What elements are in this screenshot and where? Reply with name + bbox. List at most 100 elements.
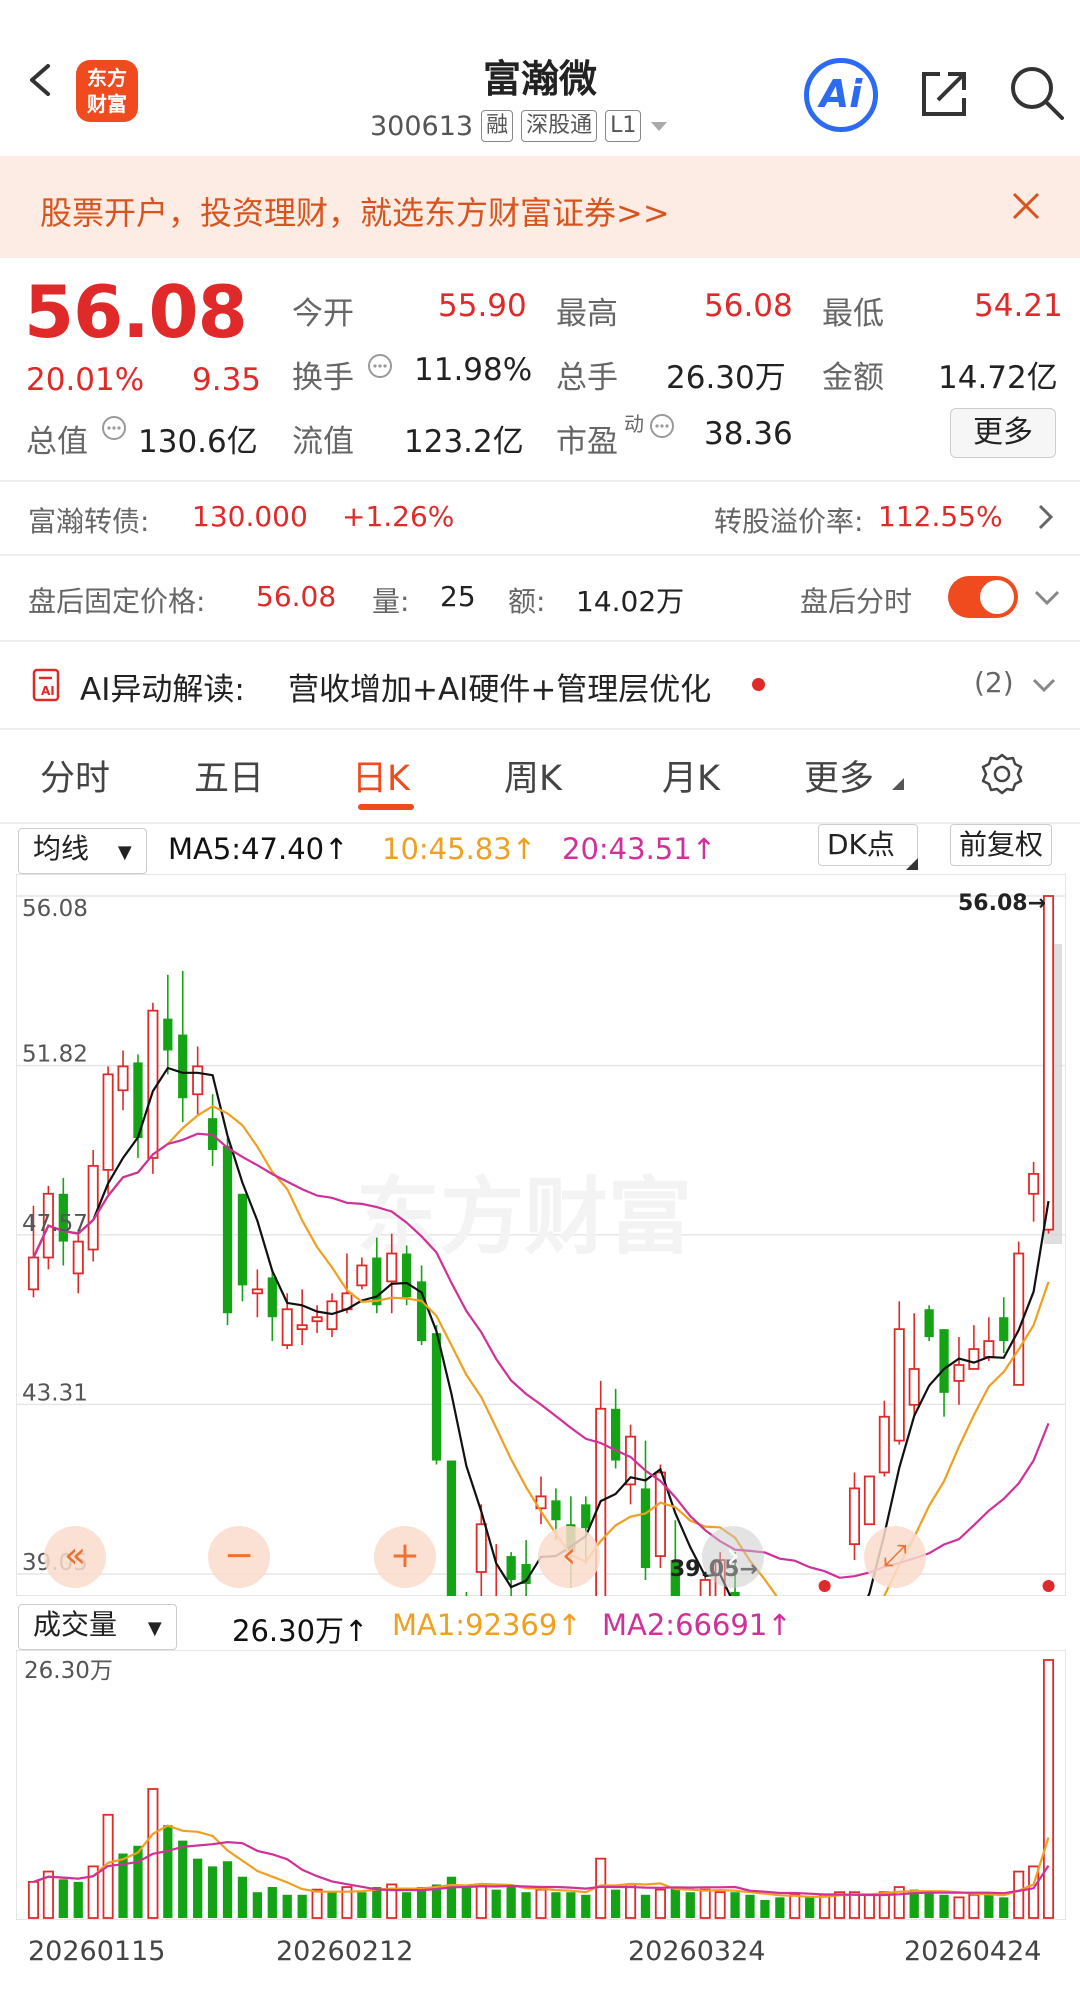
volume-bar <box>193 1858 203 1918</box>
tab-five-day[interactable]: 五日 <box>194 750 264 801</box>
ai-assistant-button[interactable]: Ai <box>804 58 878 132</box>
divider <box>0 640 1080 642</box>
tab-monthly-k[interactable]: 月K <box>662 750 720 801</box>
pe-label: 市盈 <box>556 424 618 460</box>
candle-body <box>640 1488 651 1569</box>
volume-bar <box>416 1887 427 1918</box>
volume-bar <box>222 1861 233 1918</box>
close-icon[interactable] <box>1008 188 1044 224</box>
ai-note-text: 营收增加+AI硬件+管理层优化 <box>288 672 712 708</box>
high-value: 56.08 <box>704 288 793 324</box>
info-icon[interactable] <box>366 352 394 380</box>
volume-bar <box>745 1894 755 1918</box>
adjust-button[interactable]: 前复权 <box>950 824 1053 866</box>
header: 东方 财富 富瀚微 300613 融 深股通 L1 Ai <box>0 0 1080 156</box>
zoom-out-button[interactable]: − <box>208 1526 270 1588</box>
volume-bar <box>789 1893 801 1919</box>
volume-bar <box>237 1876 248 1918</box>
candle-body <box>1043 895 1055 1231</box>
corner-caret-icon <box>906 858 918 870</box>
price-tick-label: 51.82 <box>22 1042 88 1068</box>
tag-connect: 深股通 <box>521 110 598 142</box>
candle-body <box>386 1252 398 1283</box>
candle-body <box>163 1018 173 1051</box>
change-percent: 20.01% <box>26 362 145 398</box>
chevron-down-icon[interactable] <box>1030 676 1058 696</box>
more-quote-button[interactable]: 更多 <box>950 408 1056 458</box>
tab-daily-k[interactable]: 日K <box>352 750 410 801</box>
volume-bar <box>1043 1659 1055 1919</box>
volume-bar <box>491 1889 501 1918</box>
price-tick-label: 47.57 <box>22 1211 88 1237</box>
afterhours-toggle[interactable] <box>948 576 1018 618</box>
mktcap-value: 130.6亿 <box>138 424 258 460</box>
volume-bar <box>357 1892 367 1918</box>
candle-body <box>730 1591 740 1596</box>
chevron-down-icon[interactable] <box>1032 588 1062 608</box>
volume-bar <box>685 1892 695 1918</box>
turnover-value: 11.98% <box>414 352 533 388</box>
candle-body <box>999 1317 1009 1342</box>
tab-intraday[interactable]: 分时 <box>40 750 110 801</box>
scroll-left-button[interactable]: ‹ <box>538 1526 600 1588</box>
active-tab-indicator <box>358 804 414 810</box>
candle-body <box>178 1034 188 1099</box>
volume-bar <box>640 1894 651 1918</box>
volume-bar <box>654 1888 666 1919</box>
scroll-right-button[interactable]: › <box>702 1526 764 1588</box>
volume-bar <box>311 1888 323 1919</box>
date-label: 20260324 <box>628 1936 766 1967</box>
candle-body <box>237 1193 248 1286</box>
volume-bar <box>475 1883 487 1919</box>
price-tick-label: 56.08 <box>22 896 88 922</box>
candle-body <box>326 1300 338 1331</box>
volume-indicator-select[interactable]: 成交量 ▼ <box>18 1604 177 1650</box>
ma5-value: MA5:47.40↑ <box>168 832 349 866</box>
unread-dot <box>752 678 765 691</box>
turnover-label: 换手 <box>292 360 354 396</box>
info-icon[interactable] <box>100 414 128 442</box>
volume-bar <box>58 1879 68 1918</box>
high-label: 最高 <box>556 296 618 332</box>
kline-chart[interactable]: 东方财富 56.0851.8247.5743.3139.0556.08→39.0… <box>16 874 1066 1596</box>
chevron-right-icon[interactable] <box>1036 502 1056 532</box>
volume-bar <box>939 1894 949 1918</box>
date-label: 20260212 <box>276 1936 414 1967</box>
settings-gear-icon[interactable] <box>980 752 1024 796</box>
tab-more[interactable]: 更多 <box>804 750 874 801</box>
scroll-far-left-button[interactable]: « <box>44 1526 106 1588</box>
promo-text[interactable]: 股票开户，投资理财，就选东方财富证券>> <box>40 188 670 234</box>
volume-bar <box>968 1893 980 1919</box>
vol-ma1-value: MA1:92369↑ <box>392 1608 582 1642</box>
zoom-in-button[interactable]: + <box>374 1526 436 1588</box>
candle-body <box>939 1329 949 1393</box>
mktcap-label: 总值 <box>26 424 88 460</box>
tab-weekly-k[interactable]: 周K <box>504 750 562 801</box>
bond-price: 130.000 <box>192 500 308 533</box>
amount-value: 14.72亿 <box>938 360 1058 396</box>
candle-body <box>551 1500 561 1521</box>
volume-bar <box>372 1887 382 1918</box>
triangle-down-icon: ▼ <box>117 842 132 863</box>
share-icon[interactable] <box>918 66 972 120</box>
candle-body <box>863 1475 875 1526</box>
divider <box>0 554 1080 556</box>
volume-chart[interactable]: 26.30万 <box>16 1650 1066 1920</box>
promo-banner[interactable]: 股票开户，投资理财，就选东方财富证券>> <box>0 156 1080 258</box>
volume-bar <box>133 1845 143 1918</box>
low-label: 最低 <box>822 296 884 332</box>
candle-body <box>581 1504 591 1529</box>
volume-bar <box>73 1881 83 1918</box>
candle-body <box>699 1579 711 1596</box>
divider <box>0 822 1080 824</box>
caret-down-icon[interactable] <box>649 119 669 133</box>
pe-sup: 动 <box>624 412 644 436</box>
candle-body <box>848 1487 861 1546</box>
indicator-select[interactable]: 均线 ▼ <box>18 828 147 874</box>
search-icon[interactable] <box>1008 64 1066 122</box>
fullscreen-button[interactable]: ⤢ <box>864 1526 926 1588</box>
info-icon[interactable] <box>648 412 676 440</box>
dk-point-button[interactable]: DK点 <box>818 824 918 866</box>
corner-caret-icon <box>892 778 904 790</box>
volume-bar <box>207 1866 218 1918</box>
